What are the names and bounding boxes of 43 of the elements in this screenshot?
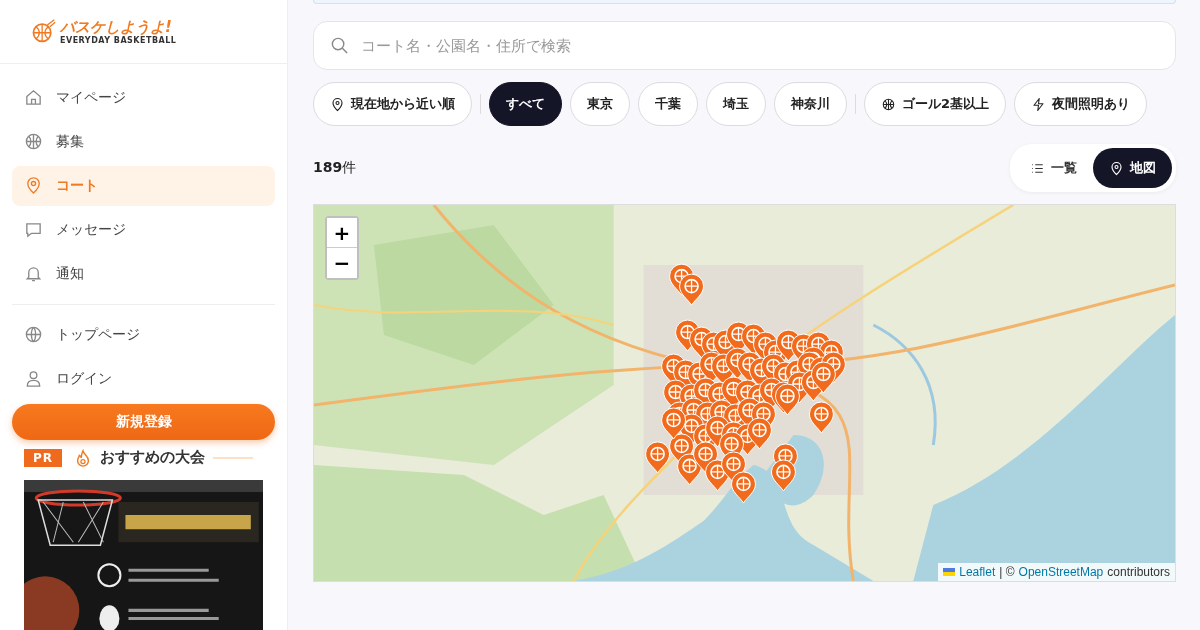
sidebar-item[interactable]: メッセージ xyxy=(12,209,275,250)
filter-chip[interactable]: 千葉 xyxy=(638,82,698,126)
zoom-in-button[interactable]: + xyxy=(327,218,357,248)
location-pin-icon xyxy=(330,96,345,112)
sidebar-item[interactable]: ログイン xyxy=(12,358,275,399)
flag-icon xyxy=(943,568,956,576)
section-title: おすすめの大会 xyxy=(100,448,206,468)
view-tab[interactable]: 一覧 xyxy=(1014,148,1093,188)
sidebar-item[interactable]: トップページ xyxy=(12,314,275,355)
logo-title: バスケしようよ! xyxy=(60,17,172,36)
filter-chip[interactable]: 埼玉 xyxy=(706,82,766,126)
filter-chip[interactable]: 現在地から近い順 xyxy=(313,82,472,126)
filter-chip[interactable]: 夜間照明あり xyxy=(1014,82,1148,126)
location-pin-icon xyxy=(1109,160,1124,176)
search-field[interactable]: コート名・公園名・住所で検索 xyxy=(313,21,1176,70)
chat-bubble-icon xyxy=(24,220,43,240)
home-icon xyxy=(24,88,43,108)
basketball-logo-icon xyxy=(30,18,56,45)
bell-icon xyxy=(24,264,43,284)
sidebar-item[interactable]: マイページ xyxy=(12,77,275,118)
pr-badge: PR xyxy=(24,448,63,467)
openstreetmap-link[interactable]: OpenStreetMap xyxy=(1018,565,1104,579)
map-markers-drawing[interactable] xyxy=(645,264,846,503)
search-icon xyxy=(330,36,349,55)
search-input[interactable]: コート名・公園名・住所で検索 xyxy=(359,35,1159,56)
sidebar-item[interactable]: 募集 xyxy=(12,121,275,162)
filter-chip[interactable]: 東京 xyxy=(570,82,630,126)
basketball-icon xyxy=(24,132,43,152)
result-count: 189件 xyxy=(313,159,357,177)
attribution-text: contributors xyxy=(1107,565,1170,579)
user-icon xyxy=(24,369,43,389)
filter-chip[interactable]: ゴール2基以上 xyxy=(864,82,1007,126)
location-pin-icon xyxy=(24,176,43,196)
filter-chip[interactable]: 神奈川 xyxy=(774,82,847,126)
view-tab[interactable]: 地図 xyxy=(1093,148,1172,188)
filter-chip[interactable]: すべて xyxy=(489,82,562,126)
basketball-icon xyxy=(881,96,896,112)
attribution-text: | © xyxy=(999,565,1015,579)
lightning-icon xyxy=(1031,96,1047,112)
logo-tagline: EVERYDAY BASKETBALL xyxy=(60,35,177,45)
sidebar-item[interactable]: 通知 xyxy=(12,253,275,294)
leaflet-link[interactable]: Leaflet xyxy=(959,565,996,579)
globe-icon xyxy=(24,325,43,345)
